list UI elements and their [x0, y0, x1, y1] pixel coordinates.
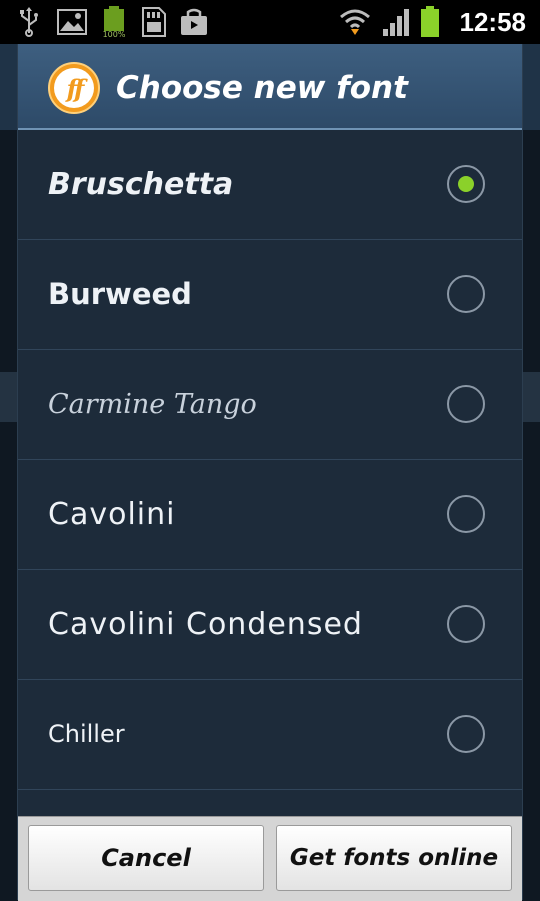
radio-button[interactable]: [447, 385, 485, 423]
clock: 12:58: [459, 6, 527, 37]
radio-button[interactable]: [447, 275, 485, 313]
svg-text:100%: 100%: [103, 30, 126, 38]
dialog-header: ff Choose new font: [18, 44, 522, 130]
sd-card-icon: [138, 7, 168, 37]
signal-icon: [380, 7, 412, 37]
font-item-cavolini[interactable]: Cavolini: [18, 460, 522, 570]
image-icon: [56, 7, 88, 37]
app-logo-text: ff: [54, 68, 94, 108]
radio-dot: [458, 176, 474, 192]
font-item-chiller[interactable]: Chiller: [18, 680, 522, 790]
battery-full-icon: 100%: [100, 6, 128, 38]
font-item-carmine-tango[interactable]: Carmine Tango: [18, 350, 522, 460]
radio-button-selected[interactable]: [447, 165, 485, 203]
font-label: Burweed: [48, 277, 192, 311]
dialog-title: Choose new font: [116, 70, 408, 106]
bag-icon: [178, 7, 210, 37]
usb-icon: [16, 7, 42, 37]
font-label: Bruschetta: [48, 167, 234, 202]
font-item-burweed[interactable]: Burweed: [18, 240, 522, 350]
radio-button[interactable]: [447, 715, 485, 753]
radio-button[interactable]: [447, 605, 485, 643]
cancel-button[interactable]: Cancel: [28, 825, 264, 891]
get-fonts-online-button[interactable]: Get fonts online: [276, 825, 512, 891]
font-label: Chiller: [48, 720, 125, 748]
wifi-icon: [338, 7, 372, 37]
font-label: Cavolini Condensed: [48, 607, 363, 642]
font-chooser-dialog: ff Choose new font Bruschetta Burweed Ca…: [17, 44, 523, 901]
font-list: Bruschetta Burweed Carmine Tango Cavolin…: [18, 130, 522, 790]
dialog-button-bar: Cancel Get fonts online: [18, 816, 522, 901]
app-logo: ff: [48, 62, 100, 114]
status-bar: 100% 12:58: [0, 0, 540, 44]
font-item-cavolini-condensed[interactable]: Cavolini Condensed: [18, 570, 522, 680]
battery-icon: [418, 6, 442, 37]
radio-button[interactable]: [447, 495, 485, 533]
font-label: Cavolini: [48, 497, 176, 532]
font-item-bruschetta[interactable]: Bruschetta: [18, 130, 522, 240]
font-label: Carmine Tango: [48, 389, 257, 420]
